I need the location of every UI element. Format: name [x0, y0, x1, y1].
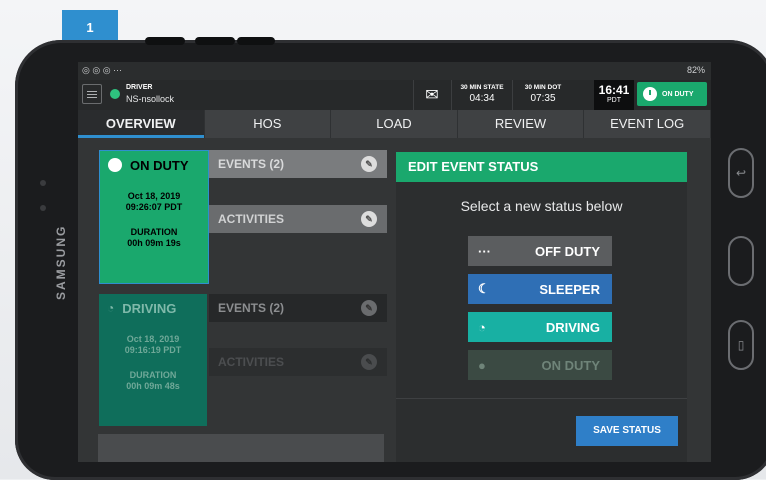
duration-value: 00h 09m 19s	[127, 238, 181, 248]
divider	[396, 398, 687, 399]
status-card-driving[interactable]: ◔ DRIVING Oct 18, 2019 09:16:19 PDT DURA…	[99, 294, 207, 426]
option-label: SLEEPER	[539, 281, 600, 297]
menu-icon[interactable]	[82, 84, 102, 104]
status-date: Oct 18, 2019	[127, 191, 181, 201]
clock-time: 16:41	[598, 83, 630, 97]
timer-state: 30 MIN STATE 04:34	[451, 80, 512, 110]
duration-label: DURATION	[129, 370, 177, 380]
timer-value: 07:35	[530, 93, 556, 104]
duration-value: 00h 09m 48s	[126, 381, 180, 391]
edit-icon[interactable]: ✎	[361, 354, 377, 370]
speedometer-icon: ◔	[107, 301, 115, 315]
events-block[interactable]: EVENTS (2) ✎	[209, 294, 387, 322]
edit-icon[interactable]: ✎	[361, 300, 377, 316]
duty-status-button[interactable]: ON DUTY	[637, 82, 707, 106]
timer-label: 30 MIN DOT	[524, 84, 562, 91]
messages-icon[interactable]: ✉	[413, 80, 450, 110]
tab-event-log[interactable]: EVENT LOG	[584, 110, 711, 138]
tab-overview[interactable]: OVERVIEW	[78, 110, 205, 138]
status-time: 09:26:07 PDT	[125, 202, 183, 212]
duty-status-label: ON DUTY	[662, 90, 694, 98]
sensor-dot	[40, 180, 46, 186]
clock-icon	[643, 87, 657, 101]
status-icons: ◎ ◎ ◎ ···	[82, 65, 123, 75]
option-label: DRIVING	[545, 319, 600, 335]
tab-review[interactable]: REVIEW	[458, 110, 585, 138]
clock-icon	[108, 158, 122, 172]
status-card-header: ◔ DRIVING	[99, 294, 207, 322]
activities-label: ACTIVITIES	[218, 212, 285, 226]
driver-name: NS-nsollock	[126, 94, 175, 104]
edit-icon[interactable]: ✎	[361, 211, 377, 227]
clock: 16:41 PDT	[594, 80, 634, 110]
status-card-title: DRIVING	[122, 300, 177, 316]
status-card-title: ON DUTY	[130, 157, 189, 173]
tab-load[interactable]: LOAD	[331, 110, 458, 138]
app-header: DRIVER NS-nsollock ✉ 30 MIN STATE 04:34 …	[78, 80, 711, 110]
option-label: ON DUTY	[541, 357, 601, 373]
tab-hos[interactable]: HOS	[205, 110, 332, 138]
activities-block[interactable]: ACTIVITIES ✎	[209, 348, 387, 376]
events-label: EVENTS (2)	[218, 157, 285, 171]
android-status-bar: ◎ ◎ ◎ ··· 82%	[78, 62, 711, 80]
option-driving[interactable]: ◔ DRIVING	[468, 312, 612, 342]
device-bump	[145, 37, 185, 45]
speedometer-icon: ◔	[478, 319, 486, 335]
battery-level: 82%	[686, 65, 705, 75]
moon-icon: ☾	[478, 281, 490, 296]
option-sleeper[interactable]: ☾ SLEEPER	[468, 274, 612, 304]
edit-icon[interactable]: ✎	[361, 156, 377, 172]
events-label: EVENTS (2)	[218, 301, 285, 315]
status-time: 09:16:19 PDT	[124, 345, 182, 355]
driver-status-dot	[110, 89, 120, 99]
off-duty-icon: ···	[478, 243, 491, 259]
back-hw-button[interactable]: ↩	[728, 148, 754, 198]
device-bump	[237, 37, 275, 45]
timer-dot: 30 MIN DOT 07:35	[512, 80, 573, 110]
status-card-header: ON DUTY	[100, 151, 208, 179]
duration-label: DURATION	[130, 227, 178, 237]
save-status-button[interactable]: SAVE STATUS	[576, 416, 678, 446]
status-card-body: Oct 18, 2019 09:26:07 PDT DURATION 00h 0…	[100, 179, 208, 249]
clock-icon: ●	[478, 357, 486, 373]
recent-hw-button[interactable]: ▯	[728, 320, 754, 370]
edit-panel-title: EDIT EVENT STATUS	[396, 152, 687, 182]
option-on-duty[interactable]: ● ON DUTY	[468, 350, 612, 380]
activities-label: ACTIVITIES	[218, 355, 285, 369]
brand-logo: SAMSUNG	[54, 224, 68, 300]
edit-event-status-panel: EDIT EVENT STATUS Select a new status be…	[396, 152, 687, 462]
sensor-dot	[40, 205, 46, 211]
app-screen: ◎ ◎ ◎ ··· 82% DRIVER NS-nsollock ✉ 30 MI…	[78, 62, 711, 462]
status-card-body: Oct 18, 2019 09:16:19 PDT DURATION 00h 0…	[99, 322, 207, 392]
edit-panel-subtitle: Select a new status below	[460, 198, 623, 214]
clock-timezone: PDT	[607, 97, 621, 104]
main-tabs: OVERVIEW HOS LOAD REVIEW EVENT LOG	[78, 110, 711, 138]
home-hw-button[interactable]	[728, 236, 754, 286]
next-card-peek	[98, 434, 384, 462]
activities-block[interactable]: ACTIVITIES ✎	[209, 205, 387, 233]
status-card-on-duty[interactable]: ON DUTY Oct 18, 2019 09:26:07 PDT DURATI…	[99, 150, 209, 284]
timer-label: 30 MIN STATE	[460, 84, 504, 91]
status-date: Oct 18, 2019	[126, 334, 180, 344]
device-bump	[195, 37, 235, 45]
option-label: OFF DUTY	[535, 243, 600, 259]
events-block[interactable]: EVENTS (2) ✎	[209, 150, 387, 178]
option-off-duty[interactable]: ··· OFF DUTY	[468, 236, 612, 266]
timer-value: 04:34	[469, 93, 495, 104]
driver-label: DRIVER	[126, 84, 153, 91]
